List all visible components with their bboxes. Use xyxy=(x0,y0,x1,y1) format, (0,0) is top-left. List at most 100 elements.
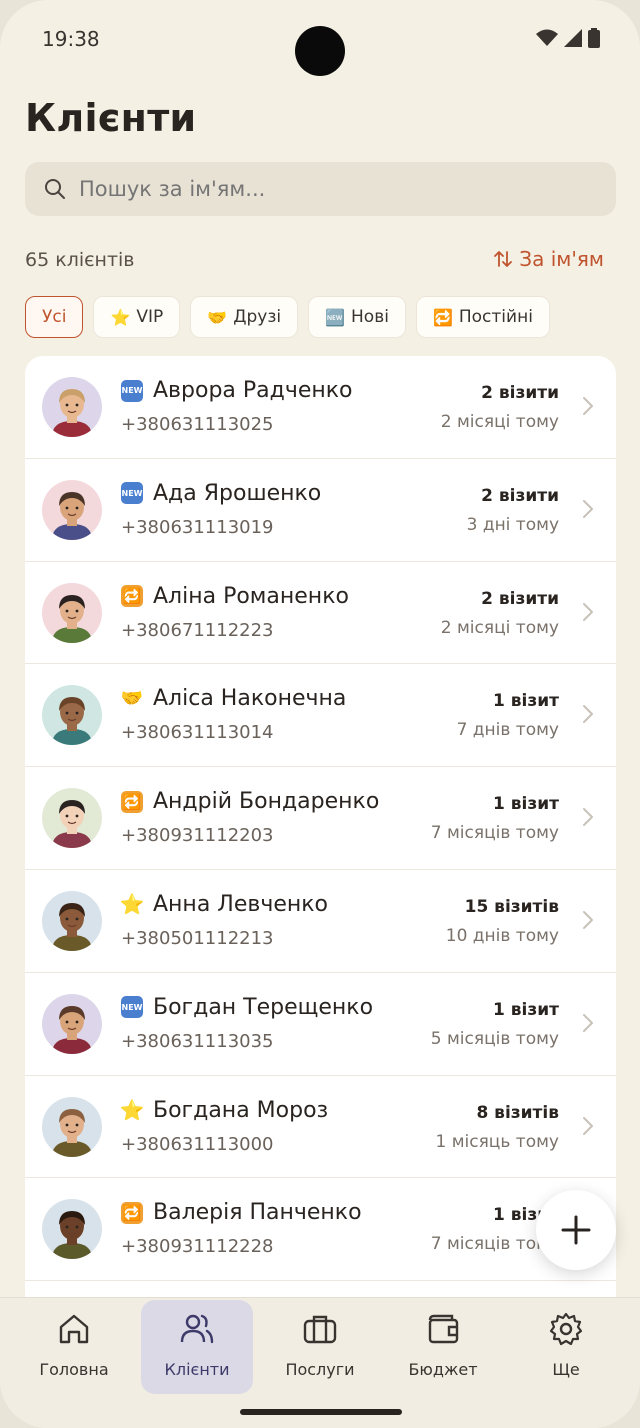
nav-label: Головна xyxy=(39,1360,109,1379)
filter-chip-vip[interactable]: ⭐ VIP xyxy=(93,296,181,338)
wallet-icon xyxy=(428,1314,459,1344)
filter-chip-new[interactable]: 🆕 Нові xyxy=(308,296,406,338)
camera-cutout xyxy=(295,26,345,76)
client-phone: +380931112228 xyxy=(121,1236,274,1258)
search-input[interactable] xyxy=(79,177,579,201)
chip-label: Нові xyxy=(351,307,389,327)
chip-label: Постійні xyxy=(458,307,533,327)
add-client-button[interactable] xyxy=(536,1190,616,1270)
last-visit: 3 дні тому xyxy=(466,514,559,535)
last-visit: 1 місяць тому xyxy=(435,1131,559,1152)
search-bar[interactable] xyxy=(25,162,616,216)
avatar xyxy=(42,685,102,746)
client-phone: +380671112223 xyxy=(121,619,274,641)
briefcase-icon xyxy=(303,1315,337,1344)
client-name-line: 🔁 Аліна Романенко xyxy=(121,584,349,609)
client-name-line: 🔁 Валерія Панченко xyxy=(121,1200,362,1225)
last-visit: 7 днів тому xyxy=(456,720,559,741)
handshake-icon: 🤝 xyxy=(207,307,228,327)
client-row[interactable]: 🔁 Валерія Панченко +380931112228 1 візит 7 м… xyxy=(25,1178,616,1282)
nav-services[interactable]: Послуги xyxy=(264,1300,376,1394)
repeat-icon: 🔁 xyxy=(432,307,453,327)
avatar xyxy=(42,479,102,540)
client-row[interactable]: ⭐ Анна Левченко +380501112213 15 візитів 10 … xyxy=(25,870,616,973)
visit-count: 1 візит xyxy=(493,794,559,815)
client-name: Валерія Панченко xyxy=(153,1200,362,1226)
client-name-line: NEW Богдан Терещенко xyxy=(121,995,373,1020)
client-count: 65 клієнтів xyxy=(25,249,135,271)
chip-label: Усі xyxy=(42,307,67,327)
chip-label: VIP xyxy=(136,307,164,327)
avatar xyxy=(42,582,102,643)
client-name: Богдана Мороз xyxy=(153,1097,329,1123)
client-name: Ада Ярошенко xyxy=(153,480,322,506)
visit-count: 2 візити xyxy=(481,383,559,403)
status-bar: 19:38 xyxy=(0,0,640,78)
client-phone: +380631113014 xyxy=(121,722,274,744)
chevron-right-icon xyxy=(583,910,593,929)
avatar xyxy=(42,1096,102,1157)
handshake-icon: 🤝 xyxy=(120,688,144,710)
home-indicator xyxy=(240,1409,402,1415)
nav-label: Послуги xyxy=(285,1360,355,1379)
status-icons xyxy=(536,28,600,48)
page-title: Клієнти xyxy=(25,96,197,140)
nav-budget[interactable]: Бюджет xyxy=(387,1300,499,1394)
nav-label: Бюджет xyxy=(408,1360,478,1379)
sort-label: За ім'ям xyxy=(519,247,604,271)
visit-count: 2 візити xyxy=(481,588,559,609)
client-phone: +380631113000 xyxy=(121,1133,274,1155)
avatar xyxy=(42,993,102,1054)
new-badge-icon: 🆕 xyxy=(325,307,346,327)
search-icon xyxy=(45,179,65,199)
client-name: Андрій Бондаренко xyxy=(153,789,380,815)
wifi-icon xyxy=(536,29,558,46)
star-icon: ⭐ xyxy=(110,307,131,327)
client-name-line: 🔁 Андрій Бондаренко xyxy=(121,789,379,814)
client-row[interactable]: 🔁 Аліна Романенко +380671112223 2 візити 2 м… xyxy=(25,562,616,665)
client-name: Аліна Романенко xyxy=(153,583,349,609)
client-name: Богдан Терещенко xyxy=(153,994,374,1020)
battery-icon xyxy=(588,28,600,48)
filter-chip-all[interactable]: Усі xyxy=(25,296,84,338)
client-name-line: ⭐ Анна Левченко xyxy=(120,892,328,917)
nav-home[interactable]: Головна xyxy=(18,1300,130,1394)
client-row[interactable]: 🤝 Аліса Наконечна +380631113014 1 візит 7 дн… xyxy=(25,664,616,768)
visit-count: 2 візити xyxy=(481,485,559,506)
client-name-line: NEW Ада Ярошенко xyxy=(121,481,321,506)
client-phone: +380631113025 xyxy=(121,414,274,435)
chevron-right-icon xyxy=(583,602,593,621)
last-visit: 2 місяці тому xyxy=(440,617,559,638)
client-row[interactable]: NEW Ада Ярошенко +380631113019 2 візити 3 дн… xyxy=(25,459,616,562)
sort-arrows-icon xyxy=(494,251,513,267)
client-row[interactable]: 🔁 Андрій Бондаренко +380931112203 1 візит 7 … xyxy=(25,767,616,870)
nav-label: Ще xyxy=(552,1360,580,1379)
signal-icon xyxy=(564,29,582,47)
home-icon xyxy=(59,1314,89,1344)
repeat-icon: 🔁 xyxy=(121,790,143,813)
nav-more[interactable]: Ще xyxy=(510,1300,622,1394)
client-row[interactable]: NEW Аврора Радченко +380631113025 2 візити 2… xyxy=(25,356,616,459)
phone-screen: 19:38 Клієнти 65 клієнтів За ім'ям Усі ⭐… xyxy=(0,0,640,1428)
client-phone: +380931112203 xyxy=(121,825,274,847)
visit-count: 1 візит xyxy=(493,691,559,712)
client-name-line: ⭐ Богдана Мороз xyxy=(120,1097,329,1123)
client-row[interactable]: ⭐ Богдана Мороз +380631113000 8 візитів 1 мі… xyxy=(25,1076,616,1179)
filter-chip-regular[interactable]: 🔁 Постійні xyxy=(415,296,550,338)
chevron-right-icon xyxy=(583,397,593,415)
chevron-right-icon xyxy=(583,705,593,724)
filter-chip-friends[interactable]: 🤝 Друзі xyxy=(190,296,299,338)
sort-button[interactable]: За ім'ям xyxy=(493,247,604,271)
nav-label: Клієнти xyxy=(164,1360,230,1379)
last-visit: 5 місяців тому xyxy=(430,1028,559,1049)
avatar xyxy=(42,1199,102,1260)
visit-count: 1 візит xyxy=(493,999,559,1020)
chevron-right-icon xyxy=(583,1116,593,1135)
chevron-right-icon xyxy=(583,1013,593,1032)
client-row[interactable]: NEW Богдан Терещенко +380631113035 1 візит 5… xyxy=(25,973,616,1076)
chip-label: Друзі xyxy=(233,307,282,327)
nav-clients[interactable]: Клієнти xyxy=(141,1300,253,1394)
repeat-icon: 🔁 xyxy=(121,1201,143,1224)
client-name: Аврора Радченко xyxy=(153,378,353,403)
client-name: Аліса Наконечна xyxy=(153,686,347,712)
